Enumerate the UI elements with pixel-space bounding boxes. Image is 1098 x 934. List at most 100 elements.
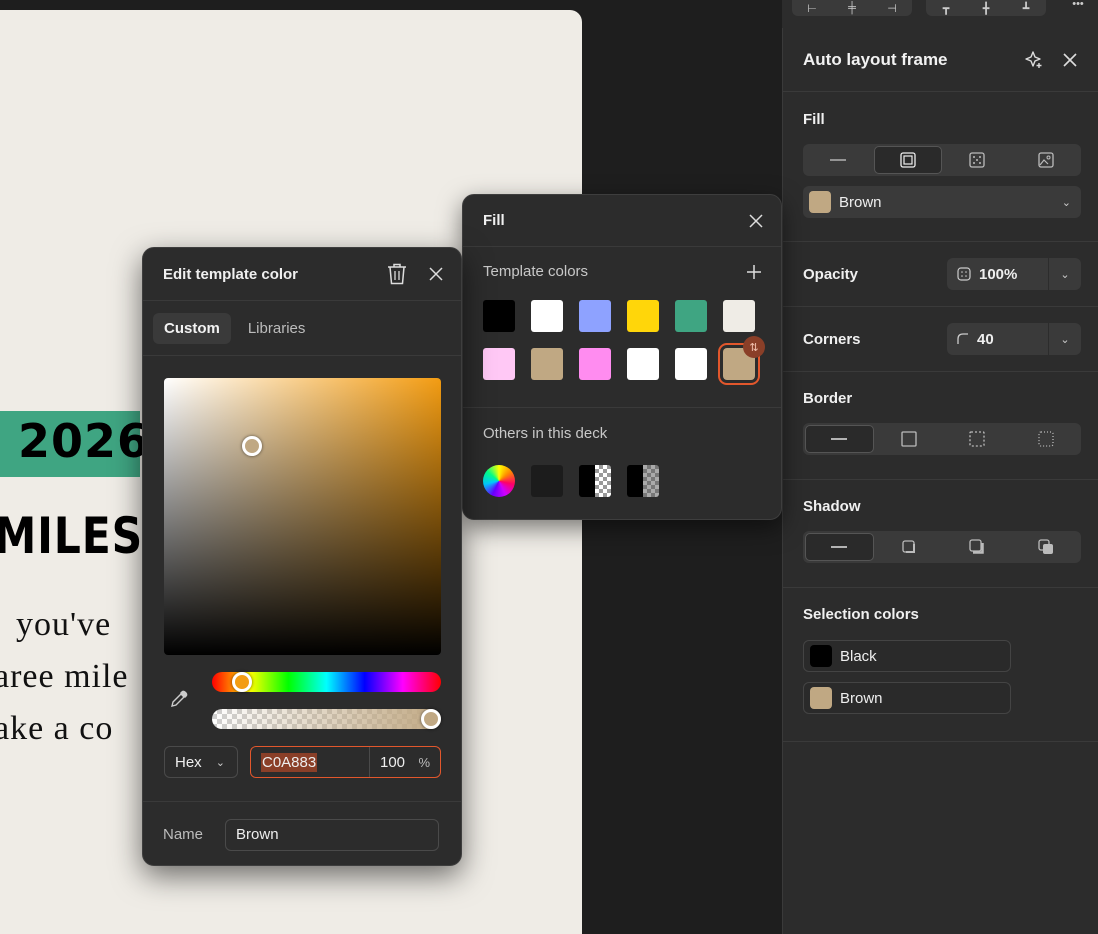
deck-colors-row (483, 465, 761, 497)
opacity-value: 100% (979, 265, 1018, 283)
color-name-input[interactable]: Brown (225, 818, 440, 851)
fill-none-option[interactable] (805, 146, 872, 174)
color-name-row: Name Brown (143, 801, 461, 867)
template-color-swatch[interactable] (627, 300, 659, 332)
horizontal-align-group: ⊢ ╪ ⊣ (792, 0, 912, 16)
trash-icon[interactable] (387, 263, 407, 285)
properties-panel: Auto layout frame Fill Brown ⌄ Opacity 1… (782, 28, 1098, 934)
fill-type-segmented (803, 144, 1081, 176)
template-color-swatch-selected[interactable]: ⇅ (718, 336, 765, 385)
hex-input-group: C0A883 100 % (250, 746, 441, 778)
opacity-label: Opacity (803, 265, 859, 283)
template-color-swatch[interactable] (483, 300, 515, 332)
color-source-tabs: Custom Libraries (143, 301, 461, 356)
shadow-label: Shadow (803, 498, 861, 515)
panel-header: Auto layout frame (783, 28, 1098, 92)
close-icon[interactable] (429, 267, 443, 281)
opacity-slider[interactable] (212, 709, 441, 729)
align-left-icon[interactable]: ⊢ (792, 0, 832, 16)
fill-image-option[interactable] (1013, 146, 1080, 174)
border-none-option[interactable] (805, 425, 874, 453)
template-color-swatch[interactable] (483, 348, 515, 380)
template-colors-grid: ⇅ (483, 300, 765, 385)
edit-color-icon[interactable]: ⇅ (743, 336, 765, 358)
corners-section: Corners 40 ⌄ (783, 307, 1098, 372)
fill-color-name: Brown (839, 193, 882, 211)
corners-field[interactable]: 40 ⌄ (947, 323, 1081, 355)
panel-title: Auto layout frame (803, 49, 948, 69)
opacity-section: Opacity 100% ⌄ (783, 242, 1098, 307)
fill-solid-option[interactable] (873, 146, 942, 174)
chevron-down-icon[interactable]: ⌄ (1049, 333, 1081, 346)
more-icon[interactable]: ••• (1058, 0, 1098, 12)
selection-color-brown[interactable]: Brown (803, 682, 1011, 714)
saturation-value-picker[interactable] (164, 378, 441, 655)
deck-color-swatch[interactable] (579, 465, 611, 497)
align-right-icon[interactable]: ⊣ (872, 0, 912, 16)
eyedropper-icon[interactable] (169, 689, 189, 709)
shadow-large-option[interactable] (1013, 533, 1080, 561)
opacity-field[interactable]: 100% ⌄ (947, 258, 1081, 290)
shadow-none-option[interactable] (805, 533, 874, 561)
template-color-swatch[interactable] (531, 348, 563, 380)
hue-slider-handle[interactable] (232, 672, 252, 692)
fill-gradient-option[interactable] (944, 146, 1011, 174)
align-top-icon[interactable]: ┳ (926, 0, 966, 16)
deck-color-swatch[interactable] (627, 465, 659, 497)
template-color-swatch[interactable] (723, 300, 755, 332)
align-middle-icon[interactable]: ╋ (966, 0, 1006, 16)
template-color-swatch[interactable] (579, 348, 611, 380)
shadow-small-option[interactable] (876, 533, 943, 561)
chevron-down-icon[interactable]: ⌄ (1049, 268, 1081, 281)
template-color-swatch[interactable] (675, 300, 707, 332)
align-center-icon[interactable]: ╪ (832, 0, 872, 16)
color-swatch (810, 687, 832, 709)
corners-label: Corners (803, 330, 861, 348)
border-label: Border (803, 390, 853, 407)
selection-color-black[interactable]: Black (803, 640, 1011, 672)
border-dashed-option[interactable] (944, 425, 1011, 453)
border-dotted-option[interactable] (1013, 425, 1080, 453)
chevron-down-icon: ⌄ (215, 756, 225, 769)
border-section: Border (783, 372, 1098, 480)
template-color-swatch[interactable] (675, 348, 707, 380)
add-color-icon[interactable] (747, 264, 761, 279)
shadow-section: Shadow (783, 480, 1098, 588)
close-icon[interactable] (749, 213, 763, 228)
alignment-toolbar: ⊢ ╪ ⊣ ┳ ╋ ┻ ••• (782, 0, 1098, 28)
saturation-value-handle[interactable] (242, 436, 262, 456)
hue-slider[interactable] (212, 672, 441, 692)
fill-color-swatch (809, 191, 831, 213)
body-line-2: aree mile (0, 658, 129, 695)
tab-custom[interactable]: Custom (153, 312, 231, 344)
selection-colors-label: Selection colors (803, 606, 919, 623)
color-format-select[interactable]: Hex ⌄ (164, 746, 238, 778)
corner-radius-icon (957, 333, 968, 344)
opacity-slider-handle[interactable] (421, 709, 441, 729)
align-bottom-icon[interactable]: ┻ (1006, 0, 1046, 16)
vertical-align-group: ┳ ╋ ┻ (926, 0, 1046, 16)
others-in-deck-label: Others in this deck (483, 425, 608, 442)
shadow-medium-option[interactable] (944, 533, 1011, 561)
percent-sign: % (418, 754, 430, 770)
template-color-swatch[interactable] (627, 348, 659, 380)
body-line-3: ake a co (0, 710, 114, 747)
edit-color-header: Edit template color (143, 248, 461, 301)
fill-popover-header: Fill (463, 195, 781, 247)
color-swatch (810, 645, 832, 667)
close-icon[interactable] (1062, 52, 1078, 68)
template-colors-label: Template colors (483, 263, 589, 280)
fill-label: Fill (803, 111, 825, 128)
custom-color-wheel-icon[interactable] (483, 465, 515, 497)
fill-color-dropdown[interactable]: Brown ⌄ (803, 186, 1081, 218)
hex-input[interactable]: C0A883 (251, 747, 370, 777)
opacity-icon (957, 267, 971, 281)
opacity-input[interactable]: 100 % (370, 754, 440, 771)
deck-color-swatch[interactable] (531, 465, 563, 497)
template-color-swatch[interactable] (579, 300, 611, 332)
border-solid-option[interactable] (876, 425, 943, 453)
fill-popover: Fill Template colors ⇅ Others in this de… (462, 194, 782, 520)
tab-libraries[interactable]: Libraries (237, 313, 317, 344)
ai-sparkle-icon[interactable] (1024, 50, 1044, 70)
template-color-swatch[interactable] (531, 300, 563, 332)
